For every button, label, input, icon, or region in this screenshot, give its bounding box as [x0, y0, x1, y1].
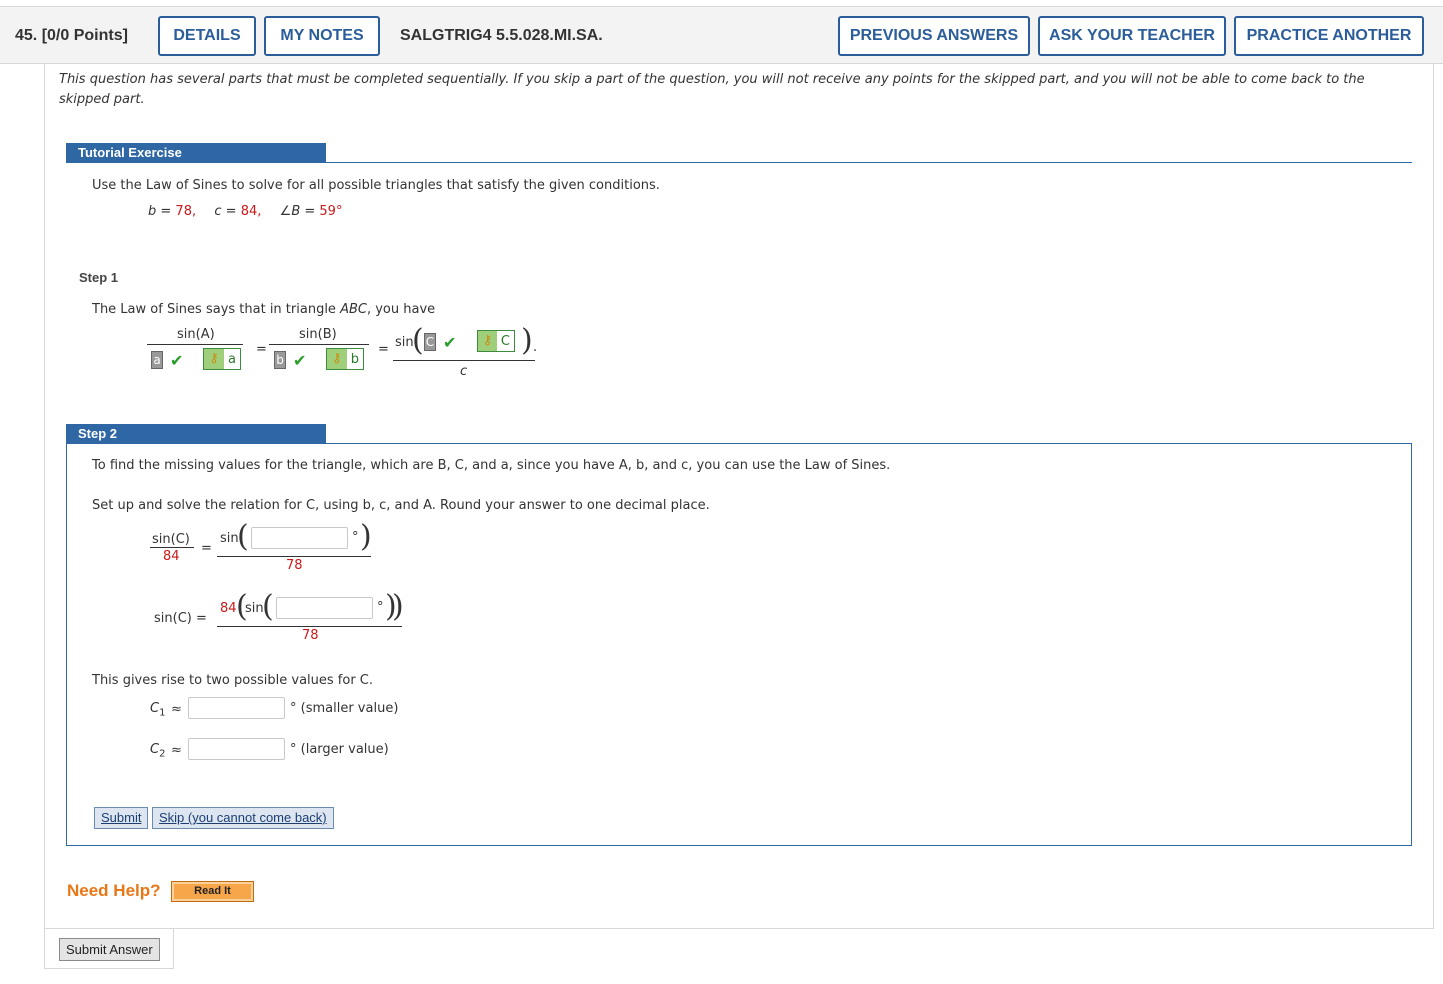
degree-symbol: ° [377, 600, 384, 615]
sin-label: sin [395, 335, 414, 350]
step1-text: The Law of Sines says that in triangle A… [92, 302, 435, 317]
submit-answer-button[interactable]: Submit Answer [59, 938, 160, 961]
equals-sign: = [201, 541, 212, 556]
equals-sign: = [256, 342, 267, 357]
C1-input[interactable] [188, 697, 285, 719]
sinC-numerator: sin(C) [152, 532, 190, 547]
my-notes-button[interactable]: MY NOTES [264, 16, 380, 56]
step1-text-prefix: The Law of Sines says that in triangle [92, 302, 341, 317]
close-paren: ) [360, 519, 372, 554]
angle-b-value: 59° [319, 204, 343, 219]
check-icon: ✔ [170, 351, 184, 370]
coef-84: 84 [220, 601, 237, 616]
step2-text2: Set up and solve the relation for C, usi… [92, 498, 710, 513]
tutorial-exercise-header: Tutorial Exercise [66, 143, 326, 163]
C1-sub: 1 [159, 707, 166, 719]
open-paren: ( [262, 589, 274, 624]
key-a-value: a [228, 351, 236, 367]
key-icon: ⚷ [327, 349, 347, 369]
angle-input-2[interactable] [276, 597, 373, 619]
entered-a: a [151, 351, 163, 369]
question-code: SALGTRIG4 5.5.028.MI.SA. [400, 27, 603, 44]
step1-text-suffix: , you have [366, 302, 436, 317]
b-label: b = [148, 204, 176, 219]
c-label: c = [214, 204, 241, 219]
C2-letter: C [150, 742, 160, 757]
degree-symbol: ° [352, 530, 359, 545]
key-b-value: b [350, 351, 359, 367]
step-submit-button[interactable]: Submit [94, 807, 149, 829]
answer-key-b: ⚷ b [326, 348, 364, 370]
details-button[interactable]: DETAILS [158, 16, 256, 56]
sin-label: sin [245, 601, 264, 616]
b-value: 78, [175, 204, 197, 219]
ask-your-teacher-button[interactable]: ASK YOUR TEACHER [1038, 16, 1226, 56]
C1-note: ° (smaller value) [290, 701, 399, 716]
step2-text1: To find the missing values for the trian… [92, 458, 891, 473]
fraction-bar-a [147, 344, 243, 345]
fraction-bar-78-1 [217, 556, 371, 557]
fraction-bar-b [269, 344, 369, 345]
entered-c: C [424, 333, 436, 351]
close-paren: ) [392, 589, 404, 624]
C2-input[interactable] [188, 738, 285, 760]
step1-label: Step 1 [79, 270, 119, 285]
open-paren: ( [237, 519, 249, 554]
key-c-value: C [500, 333, 510, 349]
check-icon: ✔ [443, 333, 457, 352]
question-number: 45. [0/0 Points] [15, 27, 128, 44]
equals-sign: = [378, 342, 389, 357]
approx-symbol: ≈ [171, 702, 182, 717]
fraction-bar-sinC [150, 547, 194, 548]
c-denominator: c [460, 364, 468, 379]
intro-text: This question has several parts that mus… [59, 72, 1365, 107]
tutorial-divider [326, 162, 1412, 163]
fraction-bar-c [393, 360, 535, 361]
c-value: 84, [240, 204, 262, 219]
open-paren: ( [412, 323, 424, 358]
C2-note: ° (larger value) [290, 742, 389, 757]
C1-label: C1 [150, 701, 165, 719]
check-icon: ✔ [293, 351, 307, 370]
period: . [533, 340, 538, 355]
approx-symbol: ≈ [171, 743, 182, 758]
denominator-78: 78 [286, 558, 303, 573]
sinC-denominator: 84 [163, 549, 180, 564]
read-it-button[interactable]: Read It [171, 881, 254, 902]
angle-input-1[interactable] [251, 527, 348, 549]
skip-button[interactable]: Skip (you cannot come back) [152, 807, 334, 829]
question-header-bar: 45. [0/0 Points] DETAILS MY NOTES SALGTR… [0, 6, 1443, 64]
sin-label: sin [220, 531, 239, 546]
sinA-numerator: sin(A) [177, 327, 215, 342]
C1-letter: C [150, 701, 160, 716]
angle-b-label: ∠B = [279, 204, 320, 219]
C2-label: C2 [150, 742, 165, 760]
step1-triangle: ABC [340, 302, 367, 317]
need-help-label: Need Help? [67, 881, 161, 900]
answer-key-c: ⚷ C [477, 330, 515, 352]
denominator-78: 78 [302, 628, 319, 643]
sinB-numerator: sin(B) [299, 327, 337, 342]
close-paren: ) [521, 323, 533, 358]
sinC-label: sin(C) = [154, 611, 207, 626]
C2-sub: 2 [159, 748, 166, 760]
key-icon: ⚷ [204, 349, 224, 369]
entered-b: b [274, 351, 286, 369]
practice-another-button[interactable]: PRACTICE ANOTHER [1234, 16, 1424, 56]
tutorial-prompt: Use the Law of Sines to solve for all po… [92, 178, 660, 193]
key-icon: ⚷ [478, 331, 497, 351]
step2-header: Step 2 [66, 424, 326, 444]
previous-answers-button[interactable]: PREVIOUS ANSWERS [838, 16, 1030, 56]
given-conditions: b = 78, c = 84, ∠B = 59° [148, 204, 342, 219]
answer-key-a: ⚷ a [203, 348, 241, 370]
two-values-text: This gives rise to two possible values f… [92, 673, 374, 688]
fraction-bar-78-2 [217, 626, 402, 627]
